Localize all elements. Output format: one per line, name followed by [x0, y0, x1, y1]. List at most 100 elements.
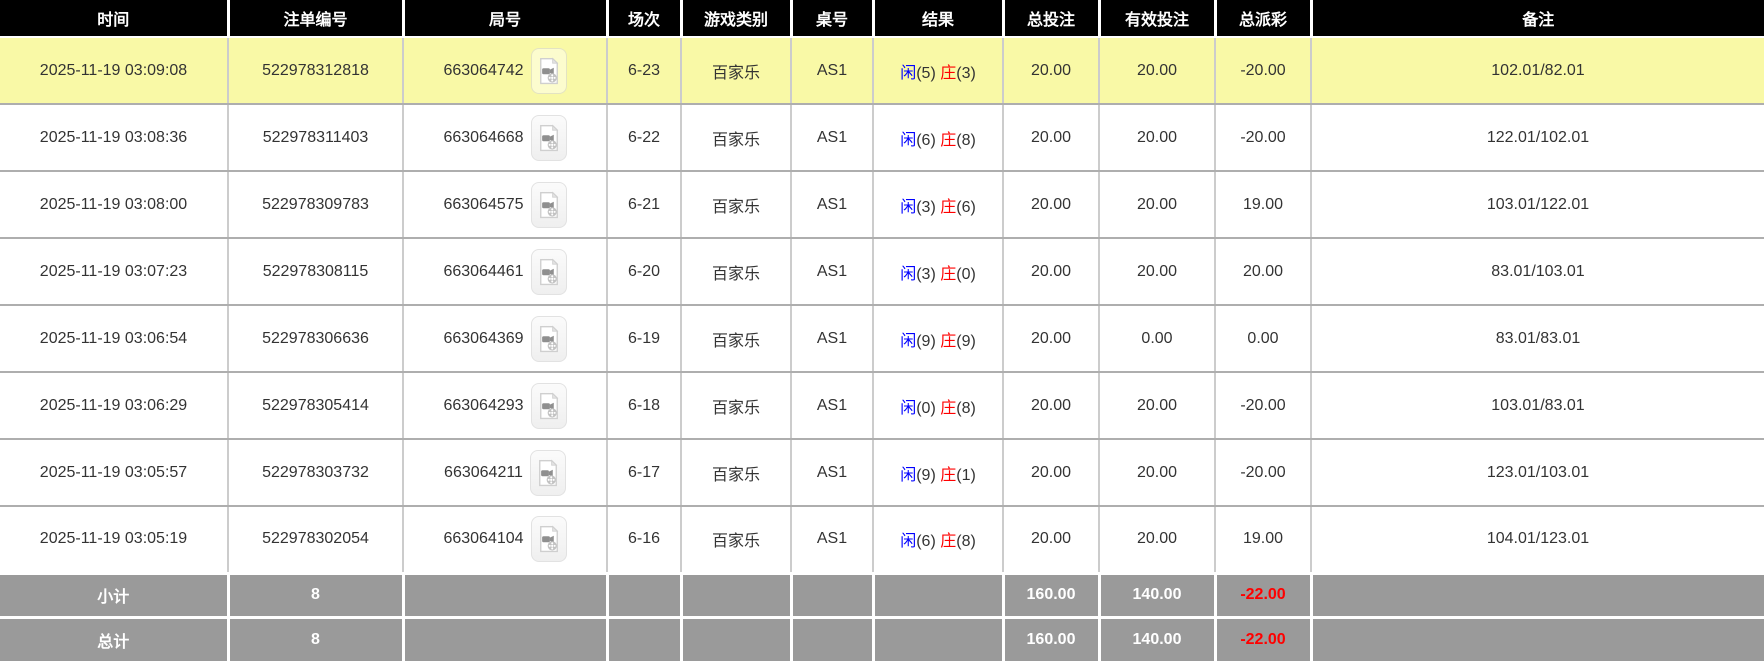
empty-cell [681, 571, 793, 617]
video-replay-button[interactable] [530, 382, 567, 429]
table-row: 2025-11-19 03:08:36 522978311403 663064668… [0, 104, 1764, 172]
time-cell: 2025-11-19 03:05:19 [0, 506, 229, 574]
total-bet-cell: 20.00 [1003, 506, 1100, 574]
round-number: 663064104 [443, 530, 524, 548]
video-replay-button[interactable] [530, 114, 567, 161]
round-number-cell: 663064369 [403, 305, 608, 373]
total-payout-cell: -20.00 [1215, 37, 1312, 105]
banker-result-label: 庄 [940, 466, 957, 484]
result-cell: 闲(5) 庄(3) [873, 37, 1004, 105]
session-cell: 6-23 [607, 37, 682, 105]
game-type-cell: 百家乐 [681, 238, 792, 306]
header-row: 时间 注单编号 局号 场次 游戏类别 桌号 结果 总投注 有效投注 总派彩 备注 [0, 0, 1764, 38]
order-number-cell: 522978312818 [228, 37, 404, 105]
banker-result-value: (1) [956, 466, 976, 484]
time-cell: 2025-11-19 03:05:57 [0, 439, 229, 507]
total-bet-cell: 20.00 [1003, 439, 1100, 507]
empty-cell [873, 615, 1005, 661]
round-number-cell: 663064461 [403, 238, 608, 306]
banker-result-label: 庄 [940, 64, 957, 82]
subtotal-total-payout: -22.00 [1215, 571, 1313, 617]
table-header: 时间 注单编号 局号 场次 游戏类别 桌号 结果 总投注 有效投注 总派彩 备注 [0, 0, 1764, 38]
video-replay-button[interactable] [529, 449, 566, 496]
header-valid-bet: 有效投注 [1099, 0, 1217, 38]
video-replay-icon [537, 459, 559, 487]
table-row: 2025-11-19 03:06:54 522978306636 663064369… [0, 305, 1764, 373]
player-result-value: (5) [916, 64, 941, 82]
total-bet-cell: 20.00 [1003, 37, 1100, 105]
video-replay-icon [538, 124, 560, 152]
player-result-label: 闲 [900, 332, 917, 350]
banker-result-label: 庄 [940, 265, 957, 283]
table-number-cell: AS1 [791, 238, 874, 306]
remark-cell: 104.01/123.01 [1311, 506, 1764, 574]
remark-cell: 83.01/103.01 [1311, 238, 1764, 306]
total-payout-cell: -20.00 [1215, 372, 1312, 440]
player-result-label: 闲 [900, 131, 917, 149]
session-cell: 6-20 [607, 238, 682, 306]
video-replay-button[interactable] [530, 47, 567, 94]
empty-cell [681, 615, 793, 661]
result-cell: 闲(3) 庄(6) [873, 171, 1004, 239]
total-payout-cell: -20.00 [1215, 104, 1312, 172]
player-result-label: 闲 [900, 466, 917, 484]
game-type-cell: 百家乐 [681, 37, 792, 105]
video-replay-icon [538, 191, 560, 219]
round-number: 663064742 [443, 61, 524, 79]
empty-cell [607, 571, 683, 617]
result-cell: 闲(6) 庄(8) [873, 104, 1004, 172]
video-replay-button[interactable] [530, 248, 567, 295]
subtotal-total-bet: 160.00 [1003, 571, 1101, 617]
video-replay-button[interactable] [530, 181, 567, 228]
round-number: 663064369 [443, 329, 524, 347]
player-result-label: 闲 [900, 399, 917, 417]
grandtotal-total-payout: -22.00 [1215, 615, 1313, 661]
time-cell: 2025-11-19 03:08:36 [0, 104, 229, 172]
table-number-cell: AS1 [791, 171, 874, 239]
session-cell: 6-21 [607, 171, 682, 239]
total-bet-cell: 20.00 [1003, 171, 1100, 239]
time-cell: 2025-11-19 03:06:54 [0, 305, 229, 373]
empty-cell [873, 571, 1005, 617]
round-number: 663064668 [443, 128, 524, 146]
video-replay-icon [538, 325, 560, 353]
video-replay-button[interactable] [530, 315, 567, 362]
video-replay-icon [538, 57, 560, 85]
remark-cell: 102.01/82.01 [1311, 37, 1764, 105]
grandtotal-total-bet: 160.00 [1003, 615, 1101, 661]
game-type-cell: 百家乐 [681, 372, 792, 440]
banker-result-label: 庄 [940, 533, 957, 551]
total-payout-cell: -20.00 [1215, 439, 1312, 507]
order-number-cell: 522978302054 [228, 506, 404, 574]
subtotal-count: 8 [228, 571, 405, 617]
round-number: 663064461 [443, 262, 524, 280]
total-payout-cell: 20.00 [1215, 238, 1312, 306]
empty-cell [403, 615, 609, 661]
table-row: 2025-11-19 03:07:23 522978308115 663064461… [0, 238, 1764, 306]
header-session: 场次 [607, 0, 683, 38]
round-number-cell: 663064211 [403, 439, 608, 507]
empty-cell [791, 571, 875, 617]
time-cell: 2025-11-19 03:08:00 [0, 171, 229, 239]
subtotal-valid-bet: 140.00 [1099, 571, 1217, 617]
game-type-cell: 百家乐 [681, 506, 792, 574]
video-replay-icon [538, 258, 560, 286]
table-row: 2025-11-19 03:05:57 522978303732 663064211… [0, 439, 1764, 507]
banker-result-value: (3) [956, 64, 976, 82]
header-table-number: 桌号 [791, 0, 875, 38]
banker-result-value: (8) [956, 399, 976, 417]
round-number: 663064293 [443, 396, 524, 414]
header-total-payout: 总派彩 [1215, 0, 1313, 38]
order-number-cell: 522978305414 [228, 372, 404, 440]
table-number-cell: AS1 [791, 506, 874, 574]
result-cell: 闲(0) 庄(8) [873, 372, 1004, 440]
session-cell: 6-16 [607, 506, 682, 574]
player-result-value: (9) [916, 332, 941, 350]
table-body: 2025-11-19 03:09:08 522978312818 663064742… [0, 37, 1764, 574]
banker-result-value: (8) [956, 533, 976, 551]
round-number: 663064575 [443, 195, 524, 213]
player-result-value: (6) [916, 131, 941, 149]
order-number-cell: 522978308115 [228, 238, 404, 306]
empty-cell [403, 571, 609, 617]
video-replay-button[interactable] [530, 516, 567, 563]
